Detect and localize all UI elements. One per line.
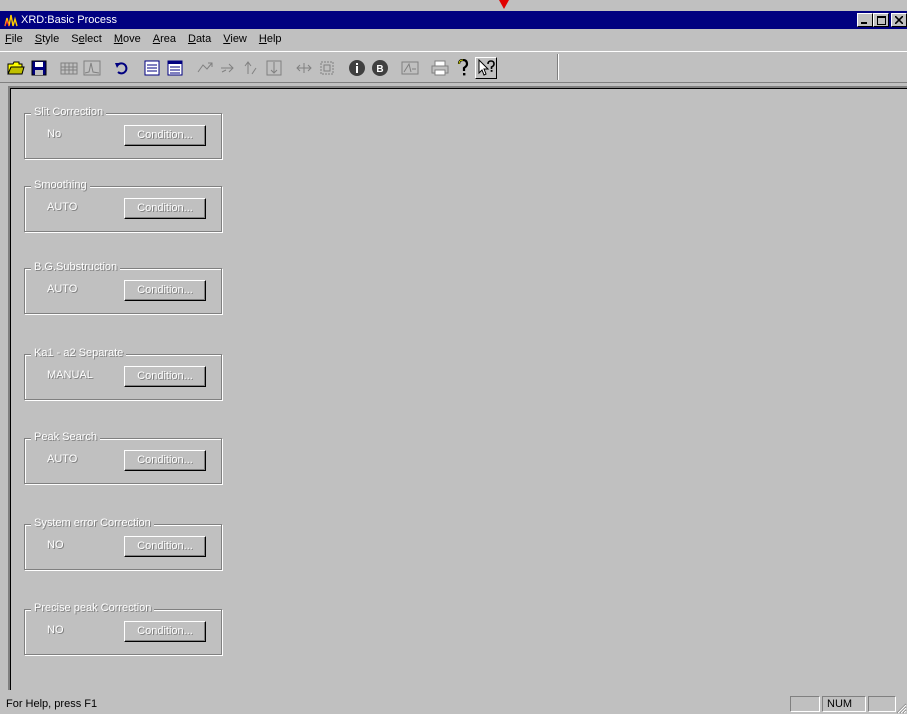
app-icon [4,13,18,27]
status-pane-num: NUM [822,696,866,712]
status-bar: For Help, press F1 NUM [0,694,907,714]
menu-view[interactable]: View [217,31,253,48]
minimize-button[interactable] [857,13,873,27]
chart-peak-icon[interactable] [81,57,103,79]
red-marker [499,0,509,9]
context-help-icon[interactable] [475,57,497,79]
window-controls [857,13,907,27]
maximize-button[interactable] [873,13,889,27]
chart-grid-icon[interactable] [58,57,80,79]
group-title: Precise peak Correction [31,602,155,614]
status-help-text: For Help, press F1 [6,698,98,710]
list-icon[interactable] [141,57,163,79]
toolbar-end-separator [557,54,559,80]
menu-move[interactable]: Move [108,31,147,48]
condition-button[interactable]: Condition... [124,536,206,557]
condition-button[interactable]: Condition... [124,125,206,146]
menu-bar: File Style Select Move Area Data View He… [0,30,907,49]
list-alt-icon[interactable] [164,57,186,79]
group-title: Peak Search [31,431,100,443]
save-icon[interactable] [28,57,50,79]
system-error-correction-group: System error Correction NO Condition... [24,517,222,570]
condition-button[interactable]: Condition... [124,621,206,642]
group-value: AUTO [47,283,78,295]
arrow-left-icon[interactable] [194,57,216,79]
main-window: XRD:Basic Process File Style Select Move… [0,0,907,714]
bg-substruction-group: B.G.Substruction AUTO Condition... [24,261,222,314]
svg-text:B: B [376,64,383,75]
toolbar: B [0,51,907,83]
slit-correction-group: Slit Correction No Condition... [24,106,222,159]
close-button[interactable] [891,13,907,27]
undo-icon[interactable] [111,57,133,79]
condition-button[interactable]: Condition... [124,366,206,387]
menu-help[interactable]: Help [253,31,288,48]
group-value: AUTO [47,201,78,213]
group-title: Slit Correction [31,106,107,118]
peak-icon[interactable] [399,57,421,79]
maximize-icon [876,15,886,25]
menu-data[interactable]: Data [182,31,217,48]
condition-button[interactable]: Condition... [124,280,206,301]
group-title: B.G.Substruction [31,261,121,273]
cursor-up-icon[interactable] [240,57,262,79]
condition-button[interactable]: Condition... [124,450,206,471]
title-bar[interactable]: XRD:Basic Process [0,11,907,29]
group-value: NO [47,624,64,636]
cursor-down-icon[interactable] [263,57,285,79]
group-value: NO [47,539,64,551]
menu-style[interactable]: Style [29,31,65,48]
peak-search-group: Peak Search AUTO Condition... [24,431,222,484]
expand-icon[interactable] [293,57,315,79]
print-icon[interactable] [429,57,451,79]
menu-file[interactable]: File [0,31,29,48]
group-value: No [47,128,62,140]
status-pane-caps [790,696,820,712]
condition-button[interactable]: Condition... [124,198,206,219]
menu-select[interactable]: Select [65,31,108,48]
info-icon[interactable] [346,57,368,79]
ka-separate-group: Ka1 - a2 Separate MANUAL Condition... [24,347,222,400]
resize-grip-icon[interactable] [895,702,907,714]
menu-area[interactable]: Area [147,31,182,48]
zoom-box-icon[interactable] [316,57,338,79]
open-icon[interactable] [5,57,27,79]
group-value: AUTO [47,453,78,465]
group-title: Ka1 - a2 Separate [31,347,127,359]
window-title: XRD:Basic Process [21,14,117,26]
b-circle-icon[interactable]: B [369,57,391,79]
precise-peak-correction-group: Precise peak Correction NO Condition... [24,602,222,655]
group-title: Smoothing [31,179,90,191]
close-icon [895,16,903,24]
minimize-icon [861,22,867,24]
group-title: System error Correction [31,517,154,529]
smoothing-group: Smoothing AUTO Condition... [24,179,222,232]
help-icon[interactable] [452,57,474,79]
group-value: MANUAL [47,369,93,381]
arrow-right-icon[interactable] [217,57,239,79]
status-pane-scrl [868,696,896,712]
